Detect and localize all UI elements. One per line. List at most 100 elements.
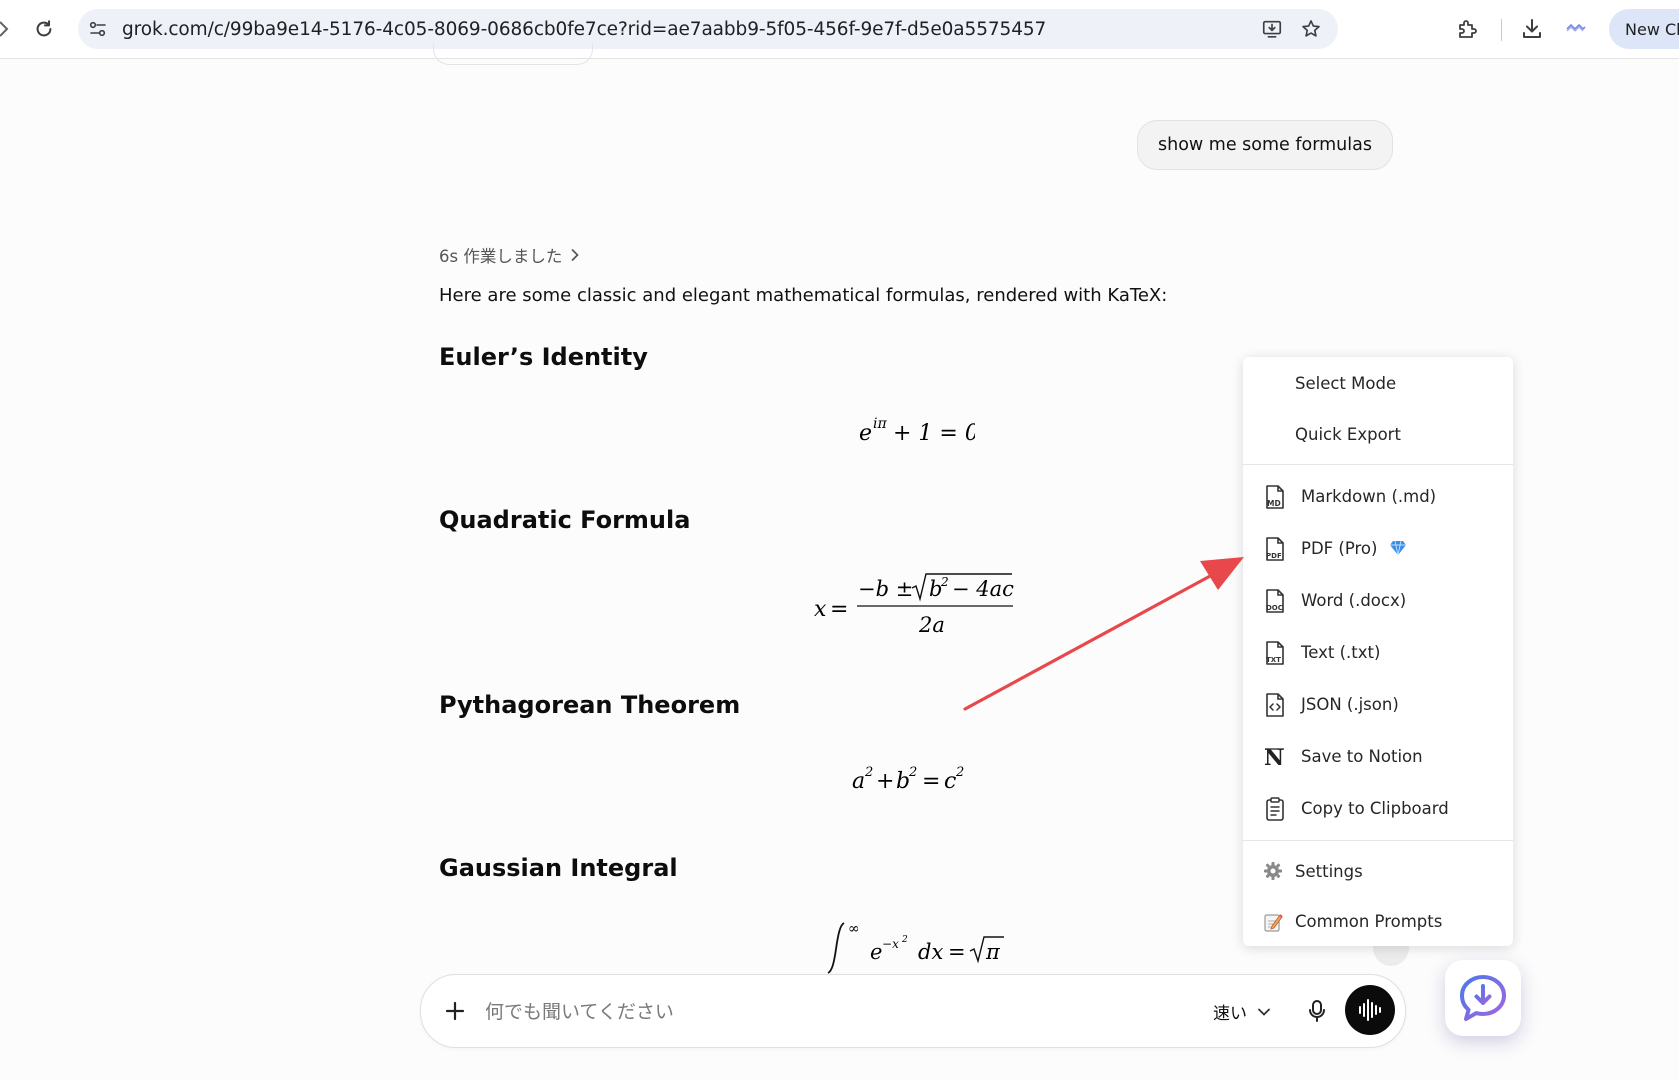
svg-text:TXT: TXT xyxy=(1266,656,1281,664)
extensions-puzzle-icon[interactable] xyxy=(1455,17,1479,41)
menu-item-label: Markdown (.md) xyxy=(1301,487,1437,506)
svg-text:=: = xyxy=(830,597,848,622)
previous-message-bubble xyxy=(433,44,593,65)
microphone-icon[interactable] xyxy=(1306,999,1328,1023)
pdf-file-icon: PDF xyxy=(1266,537,1284,561)
menu-item-pdf[interactable]: PDF PDF (Pro) xyxy=(1243,525,1513,573)
export-menu: Select Mode Quick Export MD Markdown (.m… xyxy=(1243,357,1513,946)
gear-icon xyxy=(1264,862,1282,880)
message-composer: 何でも聞いてください 速い xyxy=(420,974,1406,1048)
menu-item-label: Text (.txt) xyxy=(1301,643,1381,662)
svg-text:−x: −x xyxy=(882,937,899,951)
menu-item-label: Settings xyxy=(1295,862,1363,881)
svg-text:− 4ac: − 4ac xyxy=(952,577,1014,601)
new-chrome-label: New Ch xyxy=(1625,20,1679,39)
svg-text:PDF: PDF xyxy=(1266,552,1282,560)
svg-text:+ 1 = 0: + 1 = 0 xyxy=(893,421,975,446)
menu-divider xyxy=(1243,464,1513,465)
reload-icon[interactable] xyxy=(33,18,55,40)
menu-item-common-prompts[interactable]: Common Prompts xyxy=(1243,898,1513,946)
downloads-icon[interactable] xyxy=(1520,17,1544,41)
model-speed-label: 速い xyxy=(1213,1004,1247,1024)
svg-text:a: a xyxy=(852,769,865,794)
menu-item-clipboard[interactable]: Copy to Clipboard xyxy=(1243,785,1513,833)
svg-text:x: x xyxy=(814,597,827,622)
chat-export-icon xyxy=(1460,975,1506,1021)
svg-text:dx: dx xyxy=(918,940,943,964)
url-text[interactable]: grok.com/c/99ba9e14-5176-4c05-8069-0686c… xyxy=(122,19,1046,40)
menu-item-label: Quick Export xyxy=(1295,425,1401,444)
assistant-intro-text: Here are some classic and elegant mathem… xyxy=(439,285,1168,306)
svg-text:b: b xyxy=(896,769,910,794)
memo-icon xyxy=(1264,914,1283,932)
formula-pythagorean: a 2 + b 2 = c 2 xyxy=(852,765,964,794)
thinking-summary[interactable]: 6s 作業しました xyxy=(439,243,580,267)
menu-item-select-mode[interactable]: Select Mode xyxy=(1243,360,1513,408)
menu-item-markdown[interactable]: MD Markdown (.md) xyxy=(1243,473,1513,521)
svg-text:2a: 2a xyxy=(918,613,945,637)
composer-input[interactable]: 何でも聞いてください xyxy=(485,997,674,1024)
chevron-right-icon xyxy=(571,249,580,261)
svg-text:2: 2 xyxy=(901,935,908,945)
chevron-down-icon xyxy=(1258,1008,1270,1016)
menu-item-label: Common Prompts xyxy=(1295,912,1443,931)
menu-item-text[interactable]: TXT Text (.txt) xyxy=(1243,629,1513,677)
svg-text:c: c xyxy=(944,769,956,794)
menu-item-label: Word (.docx) xyxy=(1301,591,1407,610)
bookmark-star-icon[interactable] xyxy=(1300,18,1322,40)
svg-text:2: 2 xyxy=(864,765,873,780)
menu-item-quick-export[interactable]: Quick Export xyxy=(1243,411,1513,459)
svg-text:2: 2 xyxy=(955,765,964,780)
gem-icon xyxy=(1389,540,1406,556)
doc-file-icon: DOC xyxy=(1266,589,1284,613)
voice-mode-button[interactable] xyxy=(1345,985,1395,1035)
forward-arrow-icon[interactable] xyxy=(0,20,10,38)
extension-logo-icon[interactable] xyxy=(1564,17,1588,41)
menu-item-label: PDF (Pro) xyxy=(1301,539,1378,558)
menu-item-settings[interactable]: Settings xyxy=(1243,848,1513,896)
json-file-icon xyxy=(1266,693,1284,717)
attach-plus-icon[interactable] xyxy=(443,999,467,1023)
svg-text:MD: MD xyxy=(1267,499,1281,508)
new-chrome-button[interactable]: New Ch xyxy=(1609,9,1679,49)
heading-pythagorean: Pythagorean Theorem xyxy=(439,691,741,719)
menu-item-label: Copy to Clipboard xyxy=(1301,799,1449,818)
waveform-icon xyxy=(1359,999,1381,1021)
formula-gaussian: ∞ e −x 2 dx = π xyxy=(827,921,1004,974)
menu-item-label: Select Mode xyxy=(1295,374,1397,393)
user-message-bubble: show me some formulas xyxy=(1137,120,1393,170)
md-file-icon: MD xyxy=(1266,485,1284,509)
notion-icon: N xyxy=(1264,745,1284,770)
formula-quadratic: x = −b ± b 2 − 4ac 2a xyxy=(814,573,1014,637)
menu-divider xyxy=(1243,840,1513,841)
menu-item-label: JSON (.json) xyxy=(1301,695,1399,714)
svg-text:e: e xyxy=(870,940,882,964)
heading-quadratic: Quadratic Formula xyxy=(439,506,691,534)
menu-item-label: Save to Notion xyxy=(1301,747,1423,766)
menu-item-notion[interactable]: N Save to Notion xyxy=(1243,733,1513,781)
export-extension-button[interactable] xyxy=(1445,960,1521,1036)
svg-text:iπ: iπ xyxy=(873,416,887,432)
menu-item-json[interactable]: JSON (.json) xyxy=(1243,681,1513,729)
install-app-icon[interactable] xyxy=(1261,18,1283,40)
svg-text:=: = xyxy=(922,769,940,794)
svg-text:∞: ∞ xyxy=(848,921,860,937)
svg-text:e: e xyxy=(859,421,872,446)
svg-text:2: 2 xyxy=(940,575,949,589)
svg-text:−b ±: −b ± xyxy=(858,577,913,601)
heading-gaussian: Gaussian Integral xyxy=(439,854,678,882)
model-speed-select[interactable]: 速い xyxy=(1213,999,1271,1024)
formula-euler: e iπ + 1 = 0 xyxy=(859,416,975,446)
svg-text:+: + xyxy=(876,769,894,794)
txt-file-icon: TXT xyxy=(1266,641,1284,665)
site-settings-icon[interactable] xyxy=(88,19,108,39)
address-bar[interactable]: grok.com/c/99ba9e14-5176-4c05-8069-0686c… xyxy=(78,9,1338,49)
toolbar-divider xyxy=(1501,19,1502,41)
browser-toolbar: grok.com/c/99ba9e14-5176-4c05-8069-0686c… xyxy=(0,0,1679,59)
svg-text:DOC: DOC xyxy=(1266,604,1283,612)
clipboard-icon xyxy=(1266,797,1284,821)
svg-text:2: 2 xyxy=(908,765,917,780)
svg-text:π: π xyxy=(985,940,1001,964)
heading-euler: Euler’s Identity xyxy=(439,343,648,371)
menu-item-word[interactable]: DOC Word (.docx) xyxy=(1243,577,1513,625)
